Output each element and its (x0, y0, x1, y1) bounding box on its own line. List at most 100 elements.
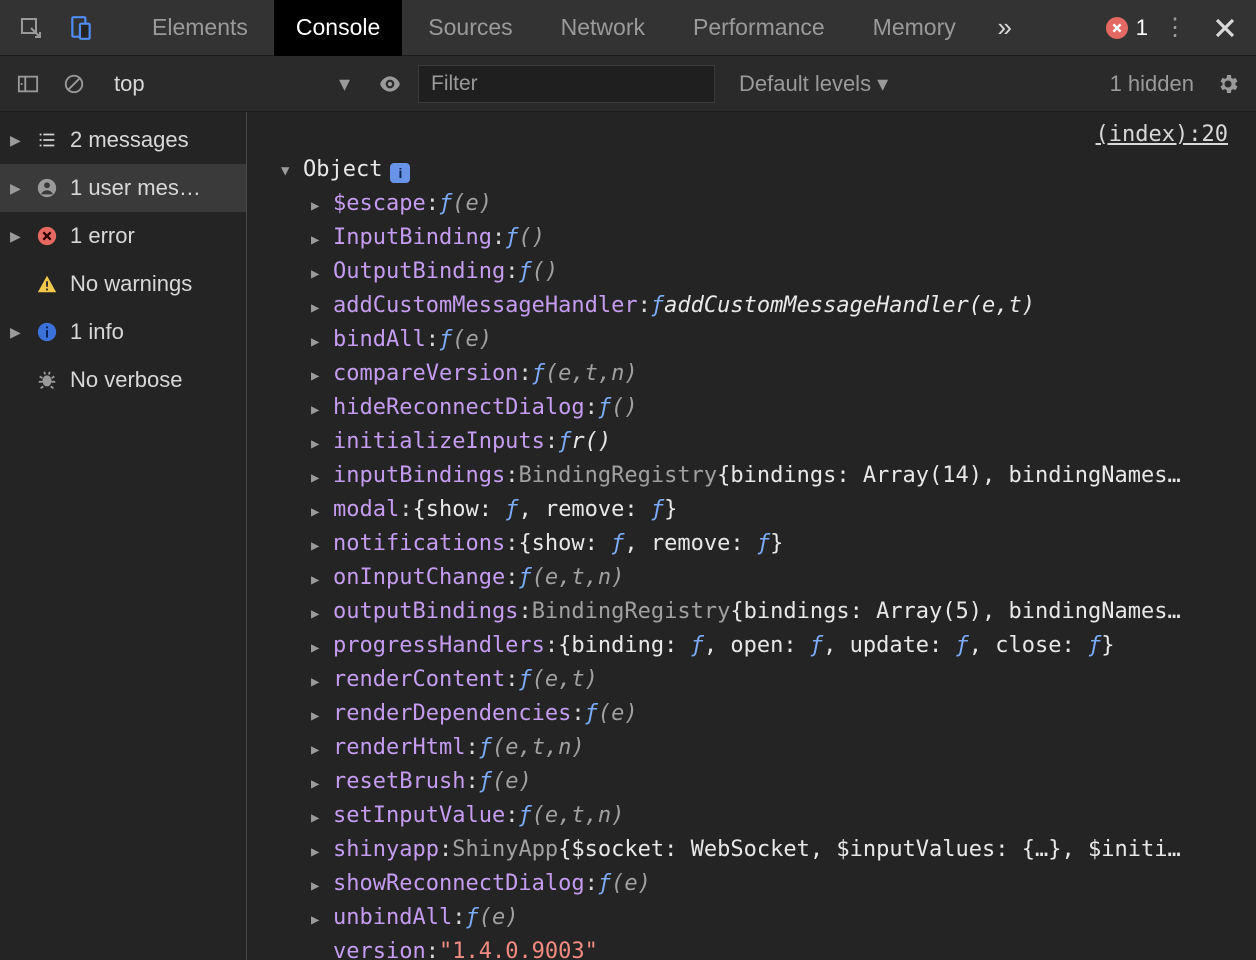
console-sidebar: ▶ 2 messages ▶ 1 user mes… ▶ 1 error ▶ (0, 112, 247, 960)
object-property-row[interactable]: version: "1.4.0.9003" (311, 936, 1256, 960)
caret-right-icon: ▶ (311, 462, 333, 494)
devtools-tabstrip: Elements Console Sources Network Perform… (0, 0, 1256, 56)
caret-right-icon: ▶ (311, 394, 333, 426)
caret-right-icon: ▶ (311, 292, 333, 324)
object-property-row[interactable]: ▶initializeInputs: ƒ r() (311, 426, 1256, 460)
caret-right-icon: ▶ (311, 190, 333, 222)
list-icon (34, 127, 60, 153)
caret-right-icon: ▶ (10, 324, 24, 341)
caret-right-icon: ▶ (10, 228, 24, 245)
sidebar-item-warnings[interactable]: ▶ No warnings (0, 260, 246, 308)
caret-right-icon: ▶ (311, 904, 333, 936)
filter-input[interactable] (418, 65, 715, 103)
sidebar-item-errors[interactable]: ▶ 1 error (0, 212, 246, 260)
object-property-row[interactable]: ▶shinyapp: ShinyApp {$socket: WebSocket,… (311, 834, 1256, 868)
caret-down-icon: ▼ (281, 155, 303, 187)
sidebar-errors-label: 1 error (70, 223, 135, 249)
object-header[interactable]: ▼ Object i (281, 154, 1256, 188)
device-toolbar-icon[interactable] (58, 8, 104, 48)
caret-right-icon: ▶ (311, 428, 333, 460)
object-property-row[interactable]: ▶compareVersion: ƒ (e,t,n) (311, 358, 1256, 392)
object-property-row[interactable]: ▶modal: {show: ƒ, remove: ƒ} (311, 494, 1256, 528)
caret-right-icon: ▶ (311, 700, 333, 732)
object-property-row[interactable]: ▶showReconnectDialog: ƒ (e) (311, 868, 1256, 902)
console-settings-icon[interactable] (1210, 66, 1246, 102)
tab-sources[interactable]: Sources (406, 0, 534, 56)
more-tabs-icon[interactable]: » (982, 8, 1028, 48)
caret-right-icon: ▶ (311, 836, 333, 868)
caret-right-icon: ▶ (311, 768, 333, 800)
context-value: top (114, 71, 145, 97)
object-property-row[interactable]: ▶outputBindings: BindingRegistry {bindin… (311, 596, 1256, 630)
error-icon (34, 223, 60, 249)
sidebar-item-user-messages[interactable]: ▶ 1 user mes… (0, 164, 246, 212)
object-property-row[interactable]: ▶InputBinding: ƒ () (311, 222, 1256, 256)
close-devtools-icon[interactable] (1202, 8, 1248, 48)
sidebar-verbose-label: No verbose (70, 367, 183, 393)
sidebar-item-verbose[interactable]: ▶ No verbose (0, 356, 246, 404)
tab-console[interactable]: Console (274, 0, 402, 56)
sidebar-messages-label: 2 messages (70, 127, 189, 153)
caret-right-icon: ▶ (311, 564, 333, 596)
caret-right-icon: ▶ (311, 258, 333, 290)
object-label: Object (303, 154, 382, 186)
levels-label: Default levels (739, 71, 871, 97)
console-output: (index):20 ▼ Object i ▶$escape: ƒ (e)▶In… (247, 112, 1256, 960)
caret-right-icon: ▶ (311, 598, 333, 630)
object-property-row[interactable]: ▶notifications: {show: ƒ, remove: ƒ} (311, 528, 1256, 562)
object-property-row[interactable]: ▶bindAll: ƒ (e) (311, 324, 1256, 358)
kebab-menu-icon[interactable]: ⋮ (1152, 8, 1198, 48)
sidebar-usermsg-label: 1 user mes… (70, 175, 201, 201)
object-property-row[interactable]: ▶renderHtml: ƒ (e,t,n) (311, 732, 1256, 766)
tab-performance[interactable]: Performance (671, 0, 847, 56)
inspect-element-icon[interactable] (8, 8, 54, 48)
user-icon (34, 175, 60, 201)
tab-elements[interactable]: Elements (130, 0, 270, 56)
info-badge-icon[interactable]: i (390, 163, 410, 183)
object-property-row[interactable]: ▶setInputValue: ƒ (e,t,n) (311, 800, 1256, 834)
caret-right-icon: ▶ (311, 632, 333, 664)
execution-context-select[interactable]: top ▾ (102, 64, 362, 104)
source-reference-link[interactable]: (index):20 (1096, 122, 1228, 147)
object-property-row[interactable]: ▶unbindAll: ƒ (e) (311, 902, 1256, 936)
info-icon (34, 319, 60, 345)
caret-right-icon: ▶ (10, 180, 24, 197)
object-property-row[interactable]: ▶OutputBinding: ƒ () (311, 256, 1256, 290)
object-property-row[interactable]: ▶renderContent: ƒ (e,t) (311, 664, 1256, 698)
tab-memory[interactable]: Memory (851, 0, 978, 56)
object-property-row[interactable]: ▶addCustomMessageHandler: ƒ addCustomMes… (311, 290, 1256, 324)
live-expression-icon[interactable] (372, 66, 408, 102)
hidden-messages-count[interactable]: 1 hidden (1110, 71, 1200, 97)
sidebar-warnings-label: No warnings (70, 271, 192, 297)
caret-right-icon: ▶ (311, 326, 333, 358)
toggle-sidebar-icon[interactable] (10, 66, 46, 102)
caret-right-icon: ▶ (311, 666, 333, 698)
object-property-row[interactable]: ▶$escape: ƒ (e) (311, 188, 1256, 222)
caret-right-icon: ▶ (311, 496, 333, 528)
sidebar-info-label: 1 info (70, 319, 124, 345)
caret-right-icon: ▶ (10, 132, 24, 149)
console-toolbar: top ▾ Default levels ▾ 1 hidden (0, 56, 1256, 112)
error-dot-icon (1106, 17, 1128, 39)
clear-console-icon[interactable] (56, 66, 92, 102)
warning-icon (34, 271, 60, 297)
caret-right-icon: ▶ (311, 734, 333, 766)
object-property-row[interactable]: ▶inputBindings: BindingRegistry {binding… (311, 460, 1256, 494)
chevron-down-icon: ▾ (339, 71, 350, 97)
sidebar-item-info[interactable]: ▶ 1 info (0, 308, 246, 356)
object-property-row[interactable]: ▶progressHandlers: {binding: ƒ, open: ƒ,… (311, 630, 1256, 664)
caret-right-icon: ▶ (311, 224, 333, 256)
error-count-badge[interactable]: 1 (1106, 15, 1148, 41)
object-property-row[interactable]: ▶renderDependencies: ƒ (e) (311, 698, 1256, 732)
error-count: 1 (1136, 15, 1148, 41)
log-levels-select[interactable]: Default levels ▾ (725, 71, 888, 97)
object-property-row[interactable]: ▶hideReconnectDialog: ƒ () (311, 392, 1256, 426)
chevron-down-icon: ▾ (877, 71, 888, 97)
tab-network[interactable]: Network (539, 0, 667, 56)
sidebar-item-messages[interactable]: ▶ 2 messages (0, 116, 246, 164)
object-property-row[interactable]: ▶onInputChange: ƒ (e,t,n) (311, 562, 1256, 596)
bug-icon (34, 367, 60, 393)
object-property-row[interactable]: ▶resetBrush: ƒ (e) (311, 766, 1256, 800)
caret-right-icon: ▶ (311, 530, 333, 562)
caret-right-icon: ▶ (311, 360, 333, 392)
